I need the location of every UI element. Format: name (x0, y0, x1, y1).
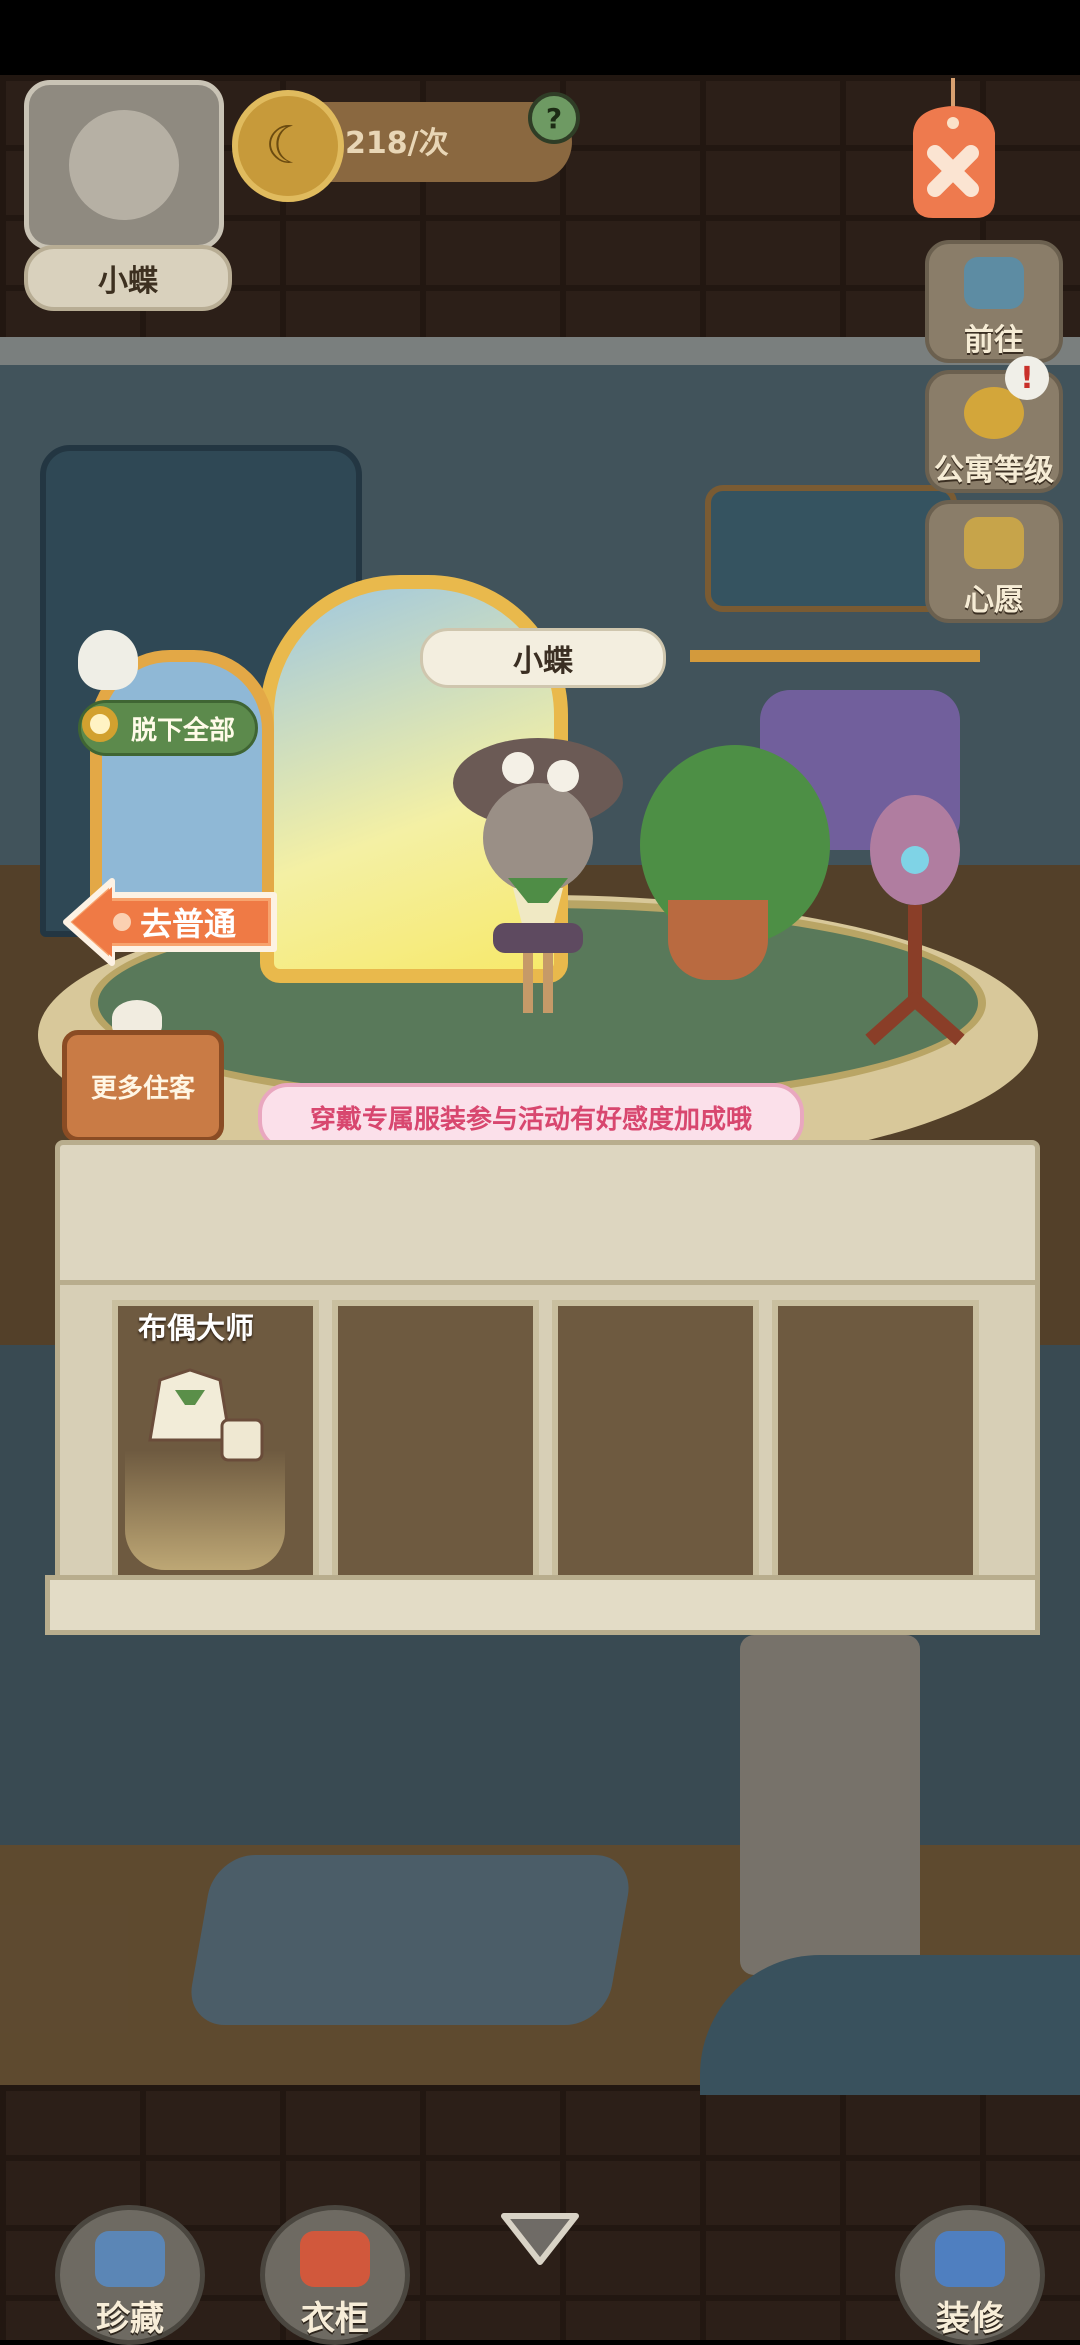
paint-brush-icon (935, 2231, 1005, 2287)
ring-icon (82, 706, 118, 742)
dove-icon (78, 630, 138, 690)
character-name-tag: 小蝶 (420, 628, 666, 688)
outfit-slot-3[interactable] (552, 1300, 759, 1582)
alert-badge: ! (1005, 356, 1049, 400)
wish-heart-icon (964, 517, 1024, 569)
character-portrait[interactable] (24, 80, 224, 250)
shelf-base (45, 1575, 1040, 1635)
collection-label: 珍藏 (96, 2299, 164, 2339)
collection-button[interactable]: 珍藏 (55, 2205, 205, 2345)
bunny-avatar-icon (69, 110, 179, 220)
question-icon[interactable]: ? (528, 92, 580, 144)
decorate-button[interactable]: 装修 (895, 2205, 1045, 2345)
close-tag-icon (913, 78, 995, 218)
portrait-name-label: 小蝶 (24, 245, 232, 311)
banana-rate-text: 218/次 (345, 126, 449, 161)
wardrobe-label: 衣柜 (301, 2299, 369, 2339)
more-guests-label: 更多住客 (90, 1073, 195, 1104)
outfit-name-label: 布偶大师 (138, 1311, 255, 1345)
outfit-slot-2[interactable] (332, 1300, 539, 1582)
collapse-button[interactable] (498, 2208, 582, 2268)
dress-form-mannequin (860, 790, 970, 1050)
banana-icon: ☾ (232, 90, 344, 202)
wardrobe-button[interactable]: 衣柜 (260, 2205, 410, 2345)
collection-icon (95, 2231, 165, 2287)
more-guests-button[interactable]: 更多住客 (62, 1030, 224, 1142)
wish-label: 心愿 (964, 583, 1024, 618)
wish-button[interactable]: 心愿 (925, 500, 1063, 623)
bunny-character-icon (453, 738, 623, 1013)
go-to-button[interactable]: 前往 (925, 240, 1063, 363)
close-button[interactable] (895, 78, 1015, 228)
character-xiaodie[interactable] (438, 728, 638, 1018)
display-counter-top (55, 1140, 1040, 1290)
outfit-slot-4[interactable] (772, 1300, 979, 1582)
go-normal-label: 去普通 (140, 905, 237, 943)
go-normal-button[interactable]: 去普通 (62, 877, 278, 967)
map-pin-icon (964, 257, 1024, 309)
apartment-level-label: 公寓等级 (934, 453, 1054, 488)
wardrobe-icon (300, 2231, 370, 2287)
chevron-down-icon (501, 2213, 579, 2265)
decorate-label: 装修 (936, 2299, 1004, 2339)
go-to-label: 前往 (964, 323, 1024, 358)
undress-all-label: 脱下全部 (131, 715, 236, 746)
puppet-master-outfit-icon[interactable] (140, 1360, 270, 1470)
bonus-hint-text: 穿戴专属服装参与活动有好感度加成哦 (309, 1104, 752, 1135)
status-bar (0, 0, 1080, 75)
plant-pot (668, 900, 768, 980)
